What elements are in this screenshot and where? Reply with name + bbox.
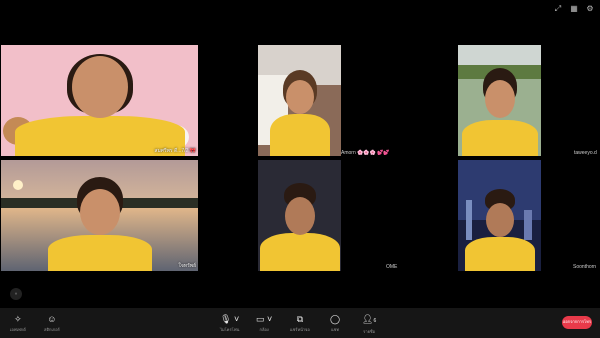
chat-button[interactable]: ◯ แชท [330,314,340,333]
call-toolbar: ✧ เอฟเฟกต์ ☺ สติกเกอร์ 🎙︎ ˅ ไมโครโฟน ▭ ˅… [0,308,600,338]
participant-name: Soonthorn [573,264,597,270]
participant-name: taweeyo.d [574,150,597,156]
video-call-window: ⤢ ▦ ⚙ สมศรีพร ดี...7/2 🎀 Amorn 🌸🌸🌸 💕💕 ta… [0,0,600,338]
mic-button[interactable]: 🎙︎ ˅ ไมโครโฟน [220,314,239,333]
video-tile-6[interactable] [458,160,541,271]
video-tile-5[interactable] [258,160,341,271]
settings-icon[interactable]: ⚙ [586,5,594,13]
share-screen-icon: ⧉ [296,314,304,324]
participant-name: สมศรีพร ดี...7/2 🎀 [154,148,196,154]
line-logo: ● [10,288,22,300]
video-tile-4[interactable]: ใจทรัพย์ [1,160,198,271]
grid-icon[interactable]: ▦ [570,5,578,13]
mic-icon: 🎙︎ ˅ [220,314,240,324]
effects-button[interactable]: ✧ เอฟเฟกต์ [10,314,26,333]
members-button[interactable]: 👤︎6 รายชื่อ [362,314,376,335]
participant-name: OME [386,264,398,270]
video-tile-3[interactable] [458,45,541,156]
chat-icon: ◯ [330,314,341,324]
leave-call-button[interactable]: ออกจากการโทร [562,316,592,329]
share-screen-button[interactable]: ⧉ แชร์หน้าจอ [290,314,310,333]
sticker-icon: ☺ [47,314,57,324]
expand-icon[interactable]: ⤢ [554,5,562,13]
sticker-button[interactable]: ☺ สติกเกอร์ [44,314,60,333]
video-tile-2[interactable] [258,45,341,156]
video-tile-1[interactable]: สมศรีพร ดี...7/2 🎀 [1,45,198,156]
camera-button[interactable]: ▭ ˅ กล้อง [256,314,272,333]
members-icon: 👤︎6 [362,314,377,324]
camera-icon: ▭ ˅ [256,314,273,324]
top-right-controls: ⤢ ▦ ⚙ [554,5,594,13]
effects-icon: ✧ [14,314,22,324]
participant-name: ใจทรัพย์ [178,263,196,269]
participant-name: Amorn 🌸🌸🌸 💕💕 [341,150,390,156]
